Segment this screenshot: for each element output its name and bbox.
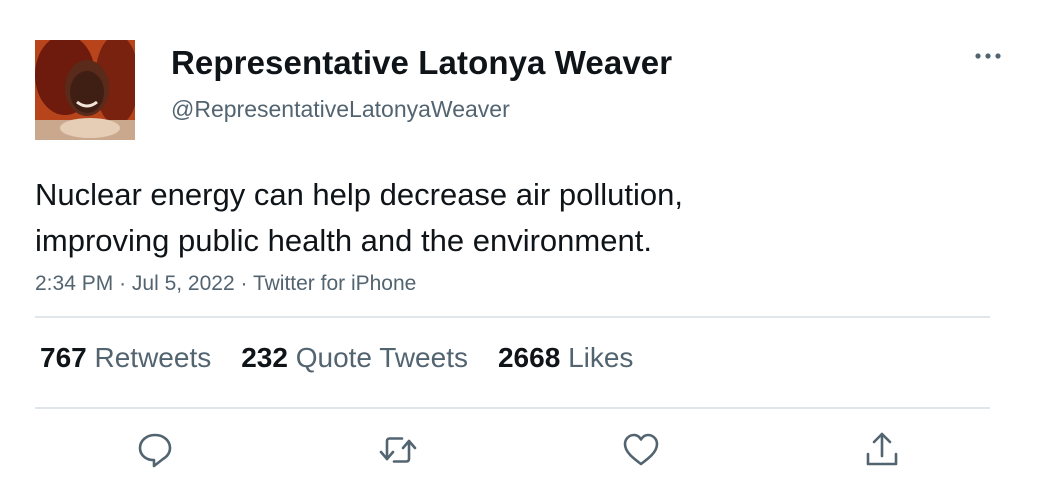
divider <box>35 316 990 318</box>
likes-label: Likes <box>568 342 634 373</box>
likes-count: 2668 <box>497 342 561 373</box>
likes-stat[interactable]: 2668 Likes <box>498 342 633 374</box>
avatar[interactable] <box>35 40 135 140</box>
tweet-text-line: Nuclear energy can help decrease air pol… <box>35 177 683 212</box>
like-button[interactable] <box>619 428 663 472</box>
tweet-meta: 2:34 PM · Jul 5, 2022 · Twitter for iPho… <box>35 272 416 296</box>
share-button[interactable] <box>860 428 904 472</box>
tweet-text: Nuclear energy can help decrease air pol… <box>35 172 935 264</box>
divider <box>35 407 990 409</box>
meta-separator: · <box>240 272 253 295</box>
tweet-source[interactable]: Twitter for iPhone <box>253 272 416 295</box>
like-icon <box>623 433 659 466</box>
quote-tweets-count: 232 <box>241 342 288 373</box>
tweet-card: Representative Latonya Weaver @Represent… <box>0 0 1050 480</box>
retweets-count: 767 <box>40 342 87 373</box>
retweet-icon <box>379 437 417 463</box>
retweets-label: Retweets <box>94 342 212 373</box>
profile-photo-icon <box>35 40 135 140</box>
meta-separator: · <box>119 272 132 295</box>
user-handle[interactable]: @RepresentativeLatonyaWeaver <box>171 96 510 123</box>
retweet-button[interactable] <box>376 428 420 472</box>
more-options-icon[interactable] <box>972 44 1004 68</box>
reply-icon <box>138 433 172 468</box>
tweet-time[interactable]: 2:34 PM <box>35 272 113 295</box>
tweet-date[interactable]: Jul 5, 2022 <box>132 272 235 295</box>
share-icon <box>866 432 898 466</box>
tweet-stats: 767 Retweets 232 Quote Tweets 2668 Likes <box>40 342 663 374</box>
retweets-stat[interactable]: 767 Retweets <box>40 342 211 374</box>
tweet-text-line: improving public health and the environm… <box>35 223 652 258</box>
reply-button[interactable] <box>133 428 177 472</box>
quote-tweets-label: Quote Tweets <box>295 342 468 373</box>
quote-tweets-stat[interactable]: 232 Quote Tweets <box>241 342 468 374</box>
display-name[interactable]: Representative Latonya Weaver <box>171 44 672 82</box>
